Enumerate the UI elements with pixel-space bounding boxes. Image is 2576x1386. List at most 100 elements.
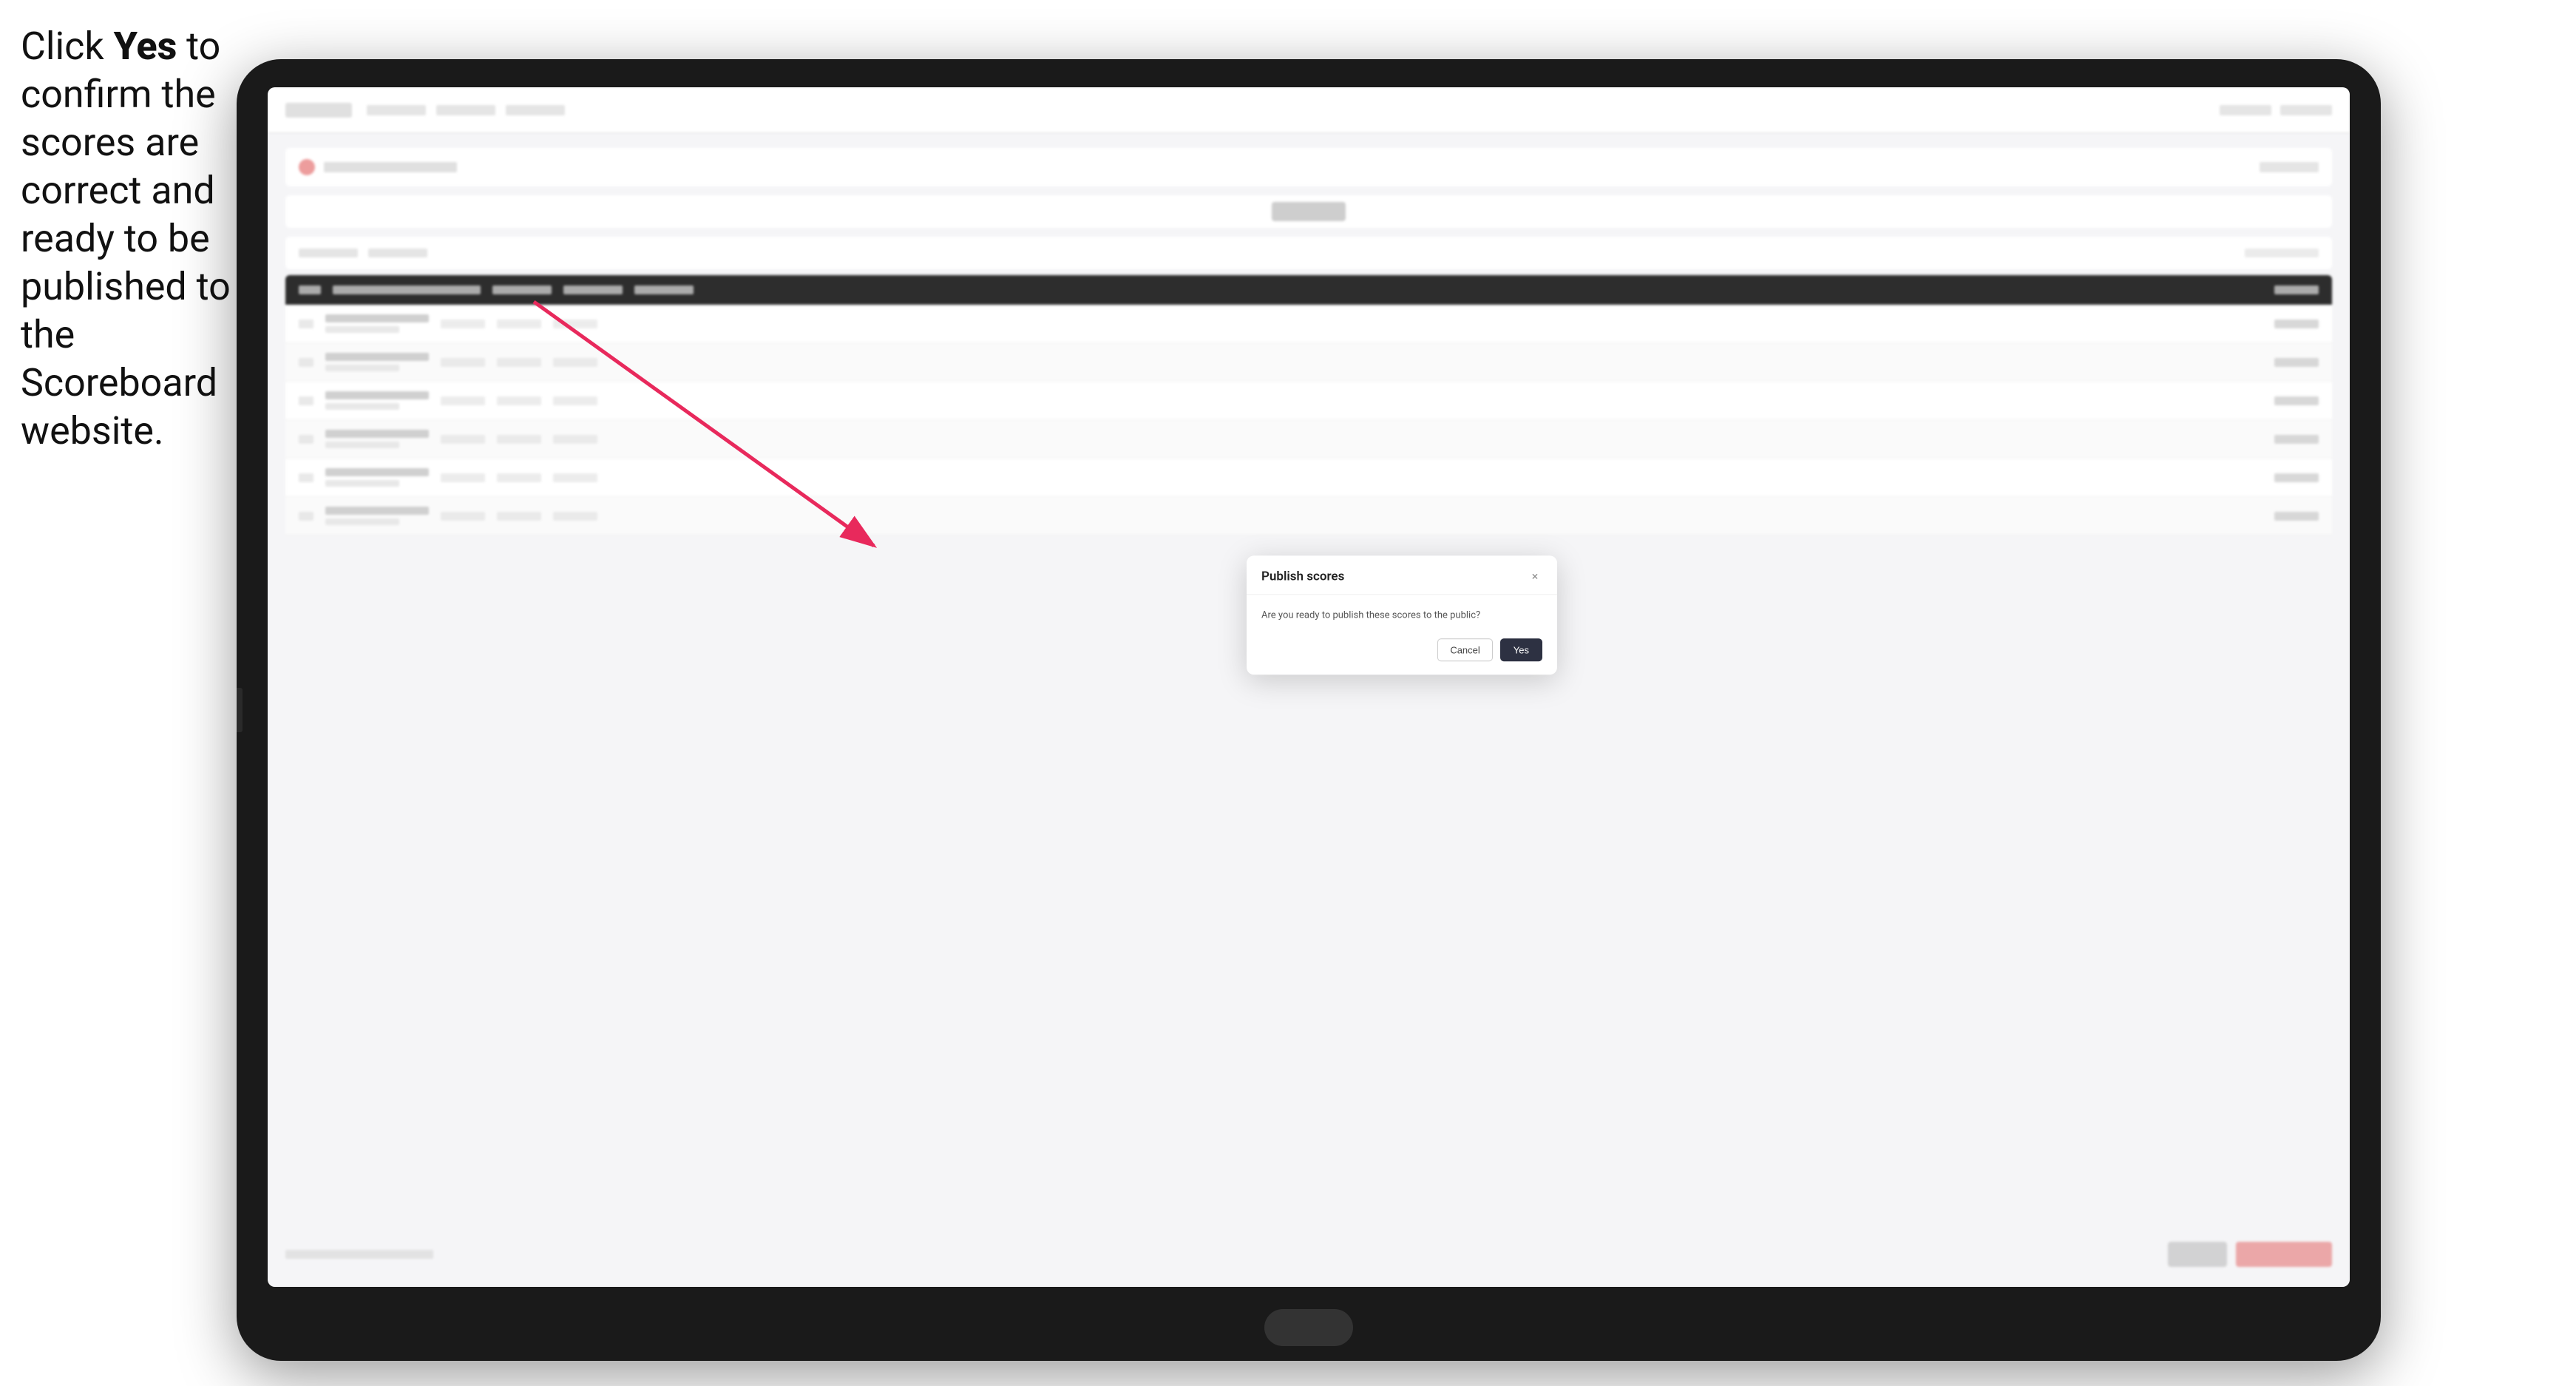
row-name-cell — [325, 314, 429, 333]
row-total-score — [2274, 396, 2319, 405]
row-name-line1 — [325, 391, 429, 399]
row-number — [299, 512, 313, 521]
col-header-score3 — [634, 285, 694, 294]
row-total-score — [2274, 320, 2319, 328]
row-score-1 — [441, 396, 485, 405]
table-row — [285, 459, 2332, 497]
row-score-2 — [497, 320, 541, 328]
table-row — [285, 382, 2332, 420]
row-name-line2 — [325, 365, 399, 371]
filter-right — [2245, 249, 2319, 257]
modal-title: Publish scores — [1261, 569, 1344, 584]
row-name-cell — [325, 353, 429, 371]
table-header — [285, 275, 2332, 305]
row-score-3 — [553, 435, 597, 444]
modal-close-button[interactable]: × — [1528, 569, 1542, 584]
section-header — [285, 148, 2332, 186]
filter-item-2 — [368, 249, 427, 257]
bottom-buttons — [2168, 1242, 2332, 1267]
bottom-btn-outline — [2168, 1242, 2227, 1267]
tablet-screen: Publish scores × Are you ready to publis… — [268, 87, 2350, 1287]
row-score-1 — [441, 435, 485, 444]
col-header-total — [2274, 285, 2319, 294]
section-icon — [299, 159, 315, 175]
row-total-score — [2274, 358, 2319, 367]
row-score-2 — [497, 396, 541, 405]
row-number — [299, 320, 313, 328]
col-header-score1 — [492, 285, 552, 294]
row-score-1 — [441, 512, 485, 521]
row-name-cell — [325, 430, 429, 448]
col-header-num — [299, 285, 321, 294]
publish-button-ghost — [1272, 202, 1346, 221]
row-number — [299, 396, 313, 405]
row-number — [299, 473, 313, 482]
nav-item-2 — [436, 105, 495, 115]
yes-emphasis: Yes — [114, 24, 177, 69]
section-right-info — [2260, 162, 2319, 172]
header-right-2 — [2280, 105, 2332, 115]
row-score-2 — [497, 435, 541, 444]
tablet-device: Publish scores × Are you ready to publis… — [237, 59, 2381, 1361]
bottom-btn-primary — [2236, 1242, 2332, 1267]
row-score-2 — [497, 358, 541, 367]
bottom-text — [285, 1250, 433, 1259]
modal-dialog: Publish scores × Are you ready to publis… — [1247, 555, 1557, 675]
yes-button[interactable]: Yes — [1500, 638, 1542, 661]
instruction-text: Click Yes to confirm the scores are corr… — [21, 22, 235, 455]
bottom-action-bar — [285, 1237, 2332, 1272]
row-name-line2 — [325, 480, 399, 487]
row-name-line2 — [325, 326, 399, 333]
table-row — [285, 497, 2332, 535]
row-name-cell — [325, 391, 429, 410]
row-name-line2 — [325, 403, 399, 410]
row-name-line1 — [325, 353, 429, 361]
row-name-line1 — [325, 507, 429, 515]
table-row — [285, 343, 2332, 382]
tablet-side-button — [237, 688, 243, 732]
app-content — [268, 133, 2350, 1287]
table-row — [285, 305, 2332, 343]
row-name-line2 — [325, 518, 399, 525]
header-nav — [367, 105, 565, 115]
modal-header: Publish scores × — [1247, 555, 1557, 595]
nav-item-3 — [506, 105, 565, 115]
publish-bar — [285, 195, 2332, 228]
modal-message: Are you ready to publish these scores to… — [1261, 608, 1542, 623]
row-total-score — [2274, 435, 2319, 444]
row-name-line1 — [325, 430, 429, 438]
filter-bar — [285, 237, 2332, 269]
row-name-line1 — [325, 314, 429, 322]
row-total-score — [2274, 512, 2319, 521]
table-row — [285, 420, 2332, 459]
row-score-3 — [553, 512, 597, 521]
row-score-3 — [553, 358, 597, 367]
row-name-cell — [325, 507, 429, 525]
modal-body: Are you ready to publish these scores to… — [1247, 595, 1557, 639]
col-header-name — [333, 285, 481, 294]
row-score-3 — [553, 473, 597, 482]
row-name-line2 — [325, 442, 399, 448]
row-score-2 — [497, 512, 541, 521]
header-right — [2220, 105, 2332, 115]
col-header-score2 — [563, 285, 623, 294]
row-number — [299, 358, 313, 367]
cancel-button[interactable]: Cancel — [1437, 638, 1492, 661]
header-right-1 — [2220, 105, 2271, 115]
tablet-home-bar — [1264, 1309, 1353, 1346]
row-score-1 — [441, 320, 485, 328]
app-logo — [285, 103, 352, 118]
filter-item-1 — [299, 249, 358, 257]
app-header — [268, 87, 2350, 133]
row-name-line1 — [325, 468, 429, 476]
row-number — [299, 435, 313, 444]
row-total-score — [2274, 473, 2319, 482]
row-score-1 — [441, 473, 485, 482]
app-background — [268, 87, 2350, 1287]
row-score-2 — [497, 473, 541, 482]
row-score-3 — [553, 320, 597, 328]
nav-item-1 — [367, 105, 426, 115]
row-score-3 — [553, 396, 597, 405]
modal-footer: Cancel Yes — [1247, 638, 1557, 675]
section-title — [324, 162, 457, 172]
